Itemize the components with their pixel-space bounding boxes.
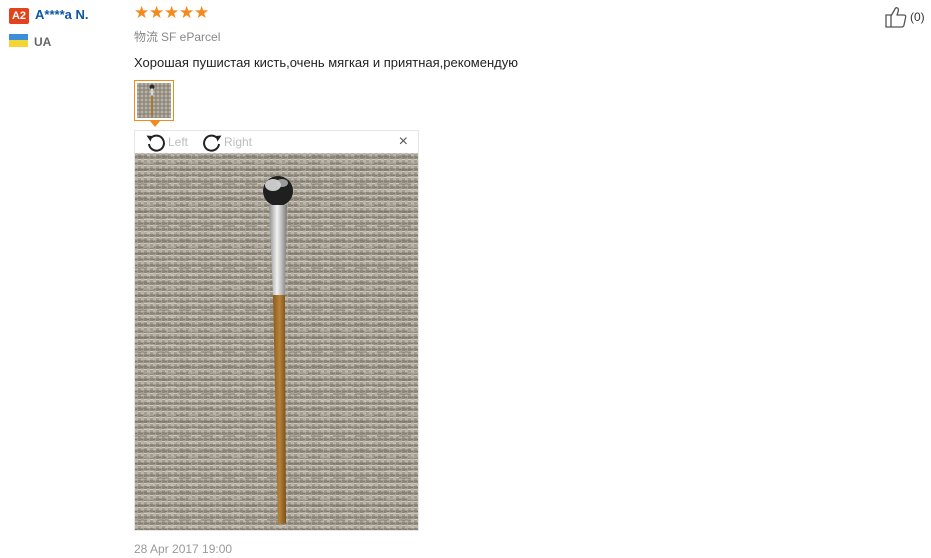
thumbnail-pointer <box>150 121 160 127</box>
star-icon: ★ <box>134 3 150 22</box>
rotate-left-button[interactable]: Left <box>145 131 188 153</box>
review-photo-thumbnail[interactable] <box>134 80 174 121</box>
shipping-label: 物流 <box>134 30 159 44</box>
rotate-left-label: Left <box>168 135 189 149</box>
review-text: Хорошая пушистая кисть,очень мягкая и пр… <box>134 55 518 70</box>
star-icon: ★ <box>194 3 210 22</box>
thumbs-up-icon <box>885 7 907 28</box>
rotate-right-button[interactable]: Right <box>201 131 252 153</box>
star-icon: ★ <box>164 3 180 22</box>
level-badge: A2 <box>9 8 29 24</box>
reviewer-country: UA <box>34 35 52 49</box>
rating-stars: ★ ★ ★ ★ ★ <box>134 3 210 23</box>
reviewer-name[interactable]: A****a N. <box>35 7 88 23</box>
helpful-count: (0) <box>910 10 925 24</box>
close-icon[interactable]: × <box>399 134 408 150</box>
star-icon: ★ <box>149 3 165 22</box>
rotate-right-icon <box>203 134 222 152</box>
rotate-left-icon <box>146 134 165 152</box>
star-icon: ★ <box>179 3 195 22</box>
review-date: 28 Apr 2017 19:00 <box>134 542 233 556</box>
shipping-info: 物流 SF eParcel <box>134 29 220 45</box>
helpful-button[interactable]: (0) <box>884 6 925 28</box>
shipping-method: SF eParcel <box>161 30 221 44</box>
ukraine-flag-icon <box>9 34 28 47</box>
rotate-right-label: Right <box>224 135 253 149</box>
viewer-toolbar: Left Right × <box>135 131 418 153</box>
brush-photo <box>135 153 418 530</box>
brush-photo-thumbnail-image <box>137 83 171 118</box>
photo-viewer: Left Right × <box>134 130 419 531</box>
